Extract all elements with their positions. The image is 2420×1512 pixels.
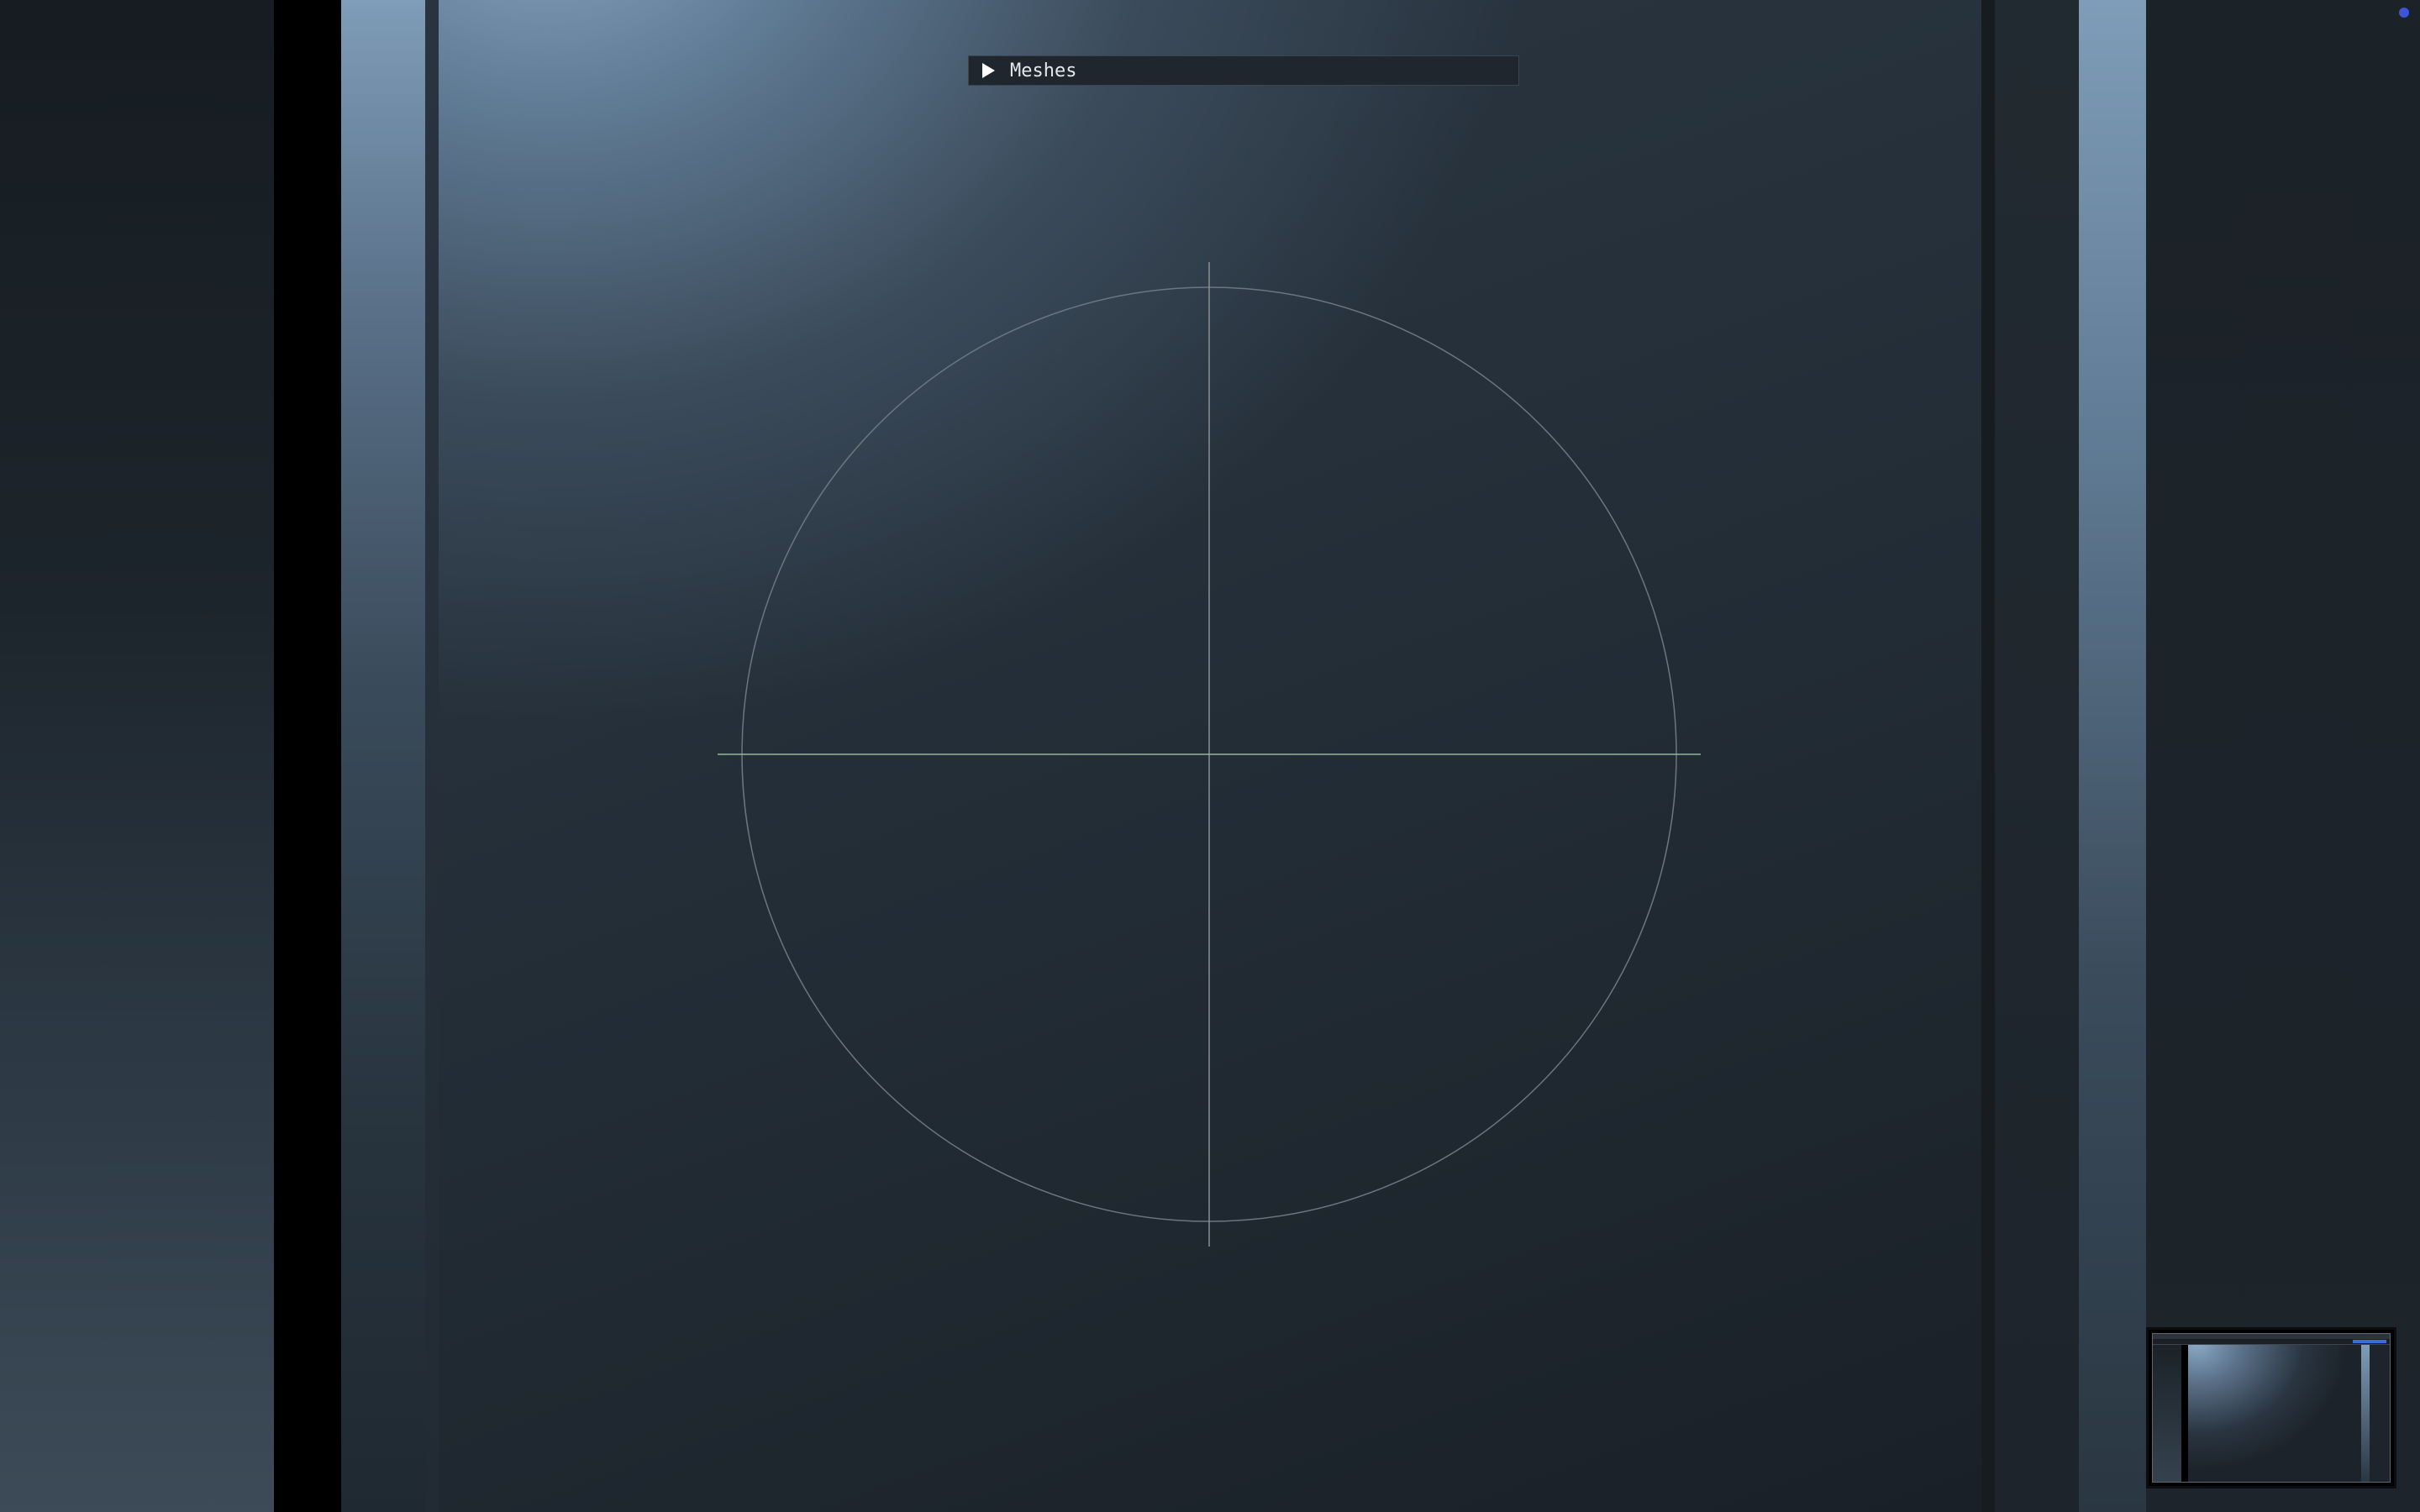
thumbnail-accent-tab <box>2353 1340 2386 1343</box>
left-background-panel <box>0 0 274 1512</box>
right-background-panel <box>2146 0 2420 1512</box>
right-dark-strip <box>1995 0 2079 1512</box>
meshes-panel-title: Meshes <box>1010 60 1077 81</box>
thumbnail-viewport <box>2188 1345 2361 1482</box>
thumbnail-preview <box>2152 1333 2391 1483</box>
right-gradient-strip <box>2079 0 2146 1512</box>
thumbnail-right-strip <box>2361 1345 2370 1482</box>
left-splitter[interactable] <box>425 0 439 1512</box>
left-black-bar <box>274 0 341 1512</box>
meshes-panel-header[interactable]: Meshes <box>968 55 1519 86</box>
viewport-guides <box>718 262 1701 1247</box>
left-gradient-strip <box>341 0 425 1512</box>
thumbnail-black-bar <box>2181 1345 2188 1482</box>
status-dot-icon[interactable] <box>2399 8 2409 18</box>
window-thumbnail[interactable] <box>2146 1327 2396 1488</box>
play-triangle-icon <box>982 63 995 78</box>
right-splitter[interactable] <box>1981 0 1995 1512</box>
thumbnail-right-panel <box>2370 1345 2390 1482</box>
3d-viewport[interactable] <box>439 0 1981 1512</box>
thumbnail-left-panel <box>2153 1345 2181 1482</box>
